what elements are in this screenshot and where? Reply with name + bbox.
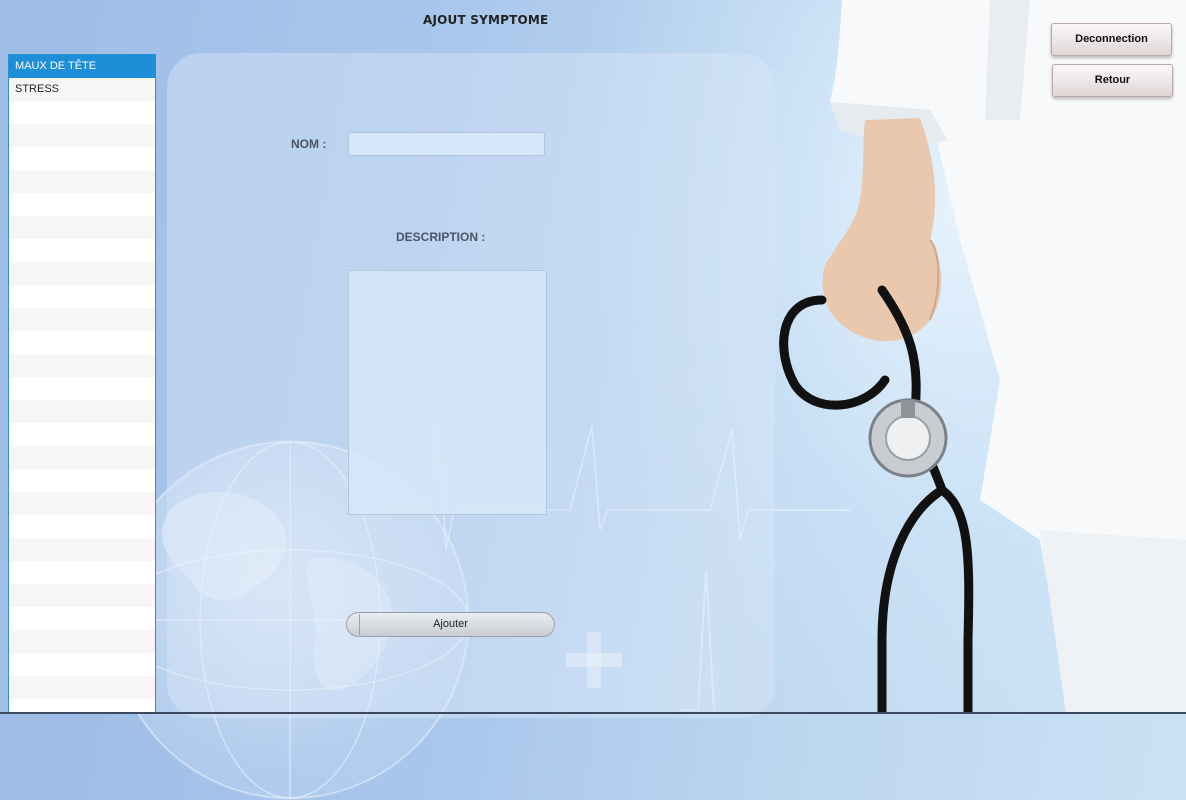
list-item-empty — [9, 515, 155, 538]
description-label: DESCRIPTION : — [396, 230, 486, 244]
list-item-empty — [9, 584, 155, 607]
list-item-empty — [9, 630, 155, 653]
list-item-empty — [9, 331, 155, 354]
page-title: AJOUT SYMPTOME — [423, 13, 549, 27]
list-item-empty — [9, 308, 155, 331]
back-button[interactable]: Retour — [1052, 64, 1173, 97]
list-item-empty — [9, 216, 155, 239]
list-item-empty — [9, 538, 155, 561]
list-item-empty — [9, 492, 155, 515]
ajouter-button[interactable]: Ajouter — [346, 612, 555, 637]
list-item-empty — [9, 262, 155, 285]
list-item-empty — [9, 239, 155, 262]
list-item-empty — [9, 147, 155, 170]
nom-input[interactable] — [348, 132, 545, 156]
list-item-empty — [9, 607, 155, 630]
list-item-empty — [9, 676, 155, 699]
list-item-empty — [9, 377, 155, 400]
list-item[interactable]: STRESS — [9, 78, 155, 101]
nom-label: NOM : — [291, 137, 327, 151]
list-item-empty — [9, 354, 155, 377]
list-item-empty — [9, 423, 155, 446]
logout-button[interactable]: Deconnection — [1051, 23, 1172, 56]
list-item-empty — [9, 561, 155, 584]
symptom-list[interactable]: MAUX DE TÊTE STRESS — [8, 54, 156, 714]
list-item-empty — [9, 285, 155, 308]
list-item-empty — [9, 400, 155, 423]
list-item-empty — [9, 469, 155, 492]
list-item-empty — [9, 101, 155, 124]
list-item-empty — [9, 124, 155, 147]
list-item-empty — [9, 193, 155, 216]
list-item[interactable]: MAUX DE TÊTE — [9, 55, 155, 78]
doctor-stethoscope-illustration — [779, 0, 1186, 714]
description-textarea[interactable] — [348, 270, 547, 515]
list-item-empty — [9, 446, 155, 469]
list-item-empty — [9, 653, 155, 676]
list-item-empty — [9, 170, 155, 193]
